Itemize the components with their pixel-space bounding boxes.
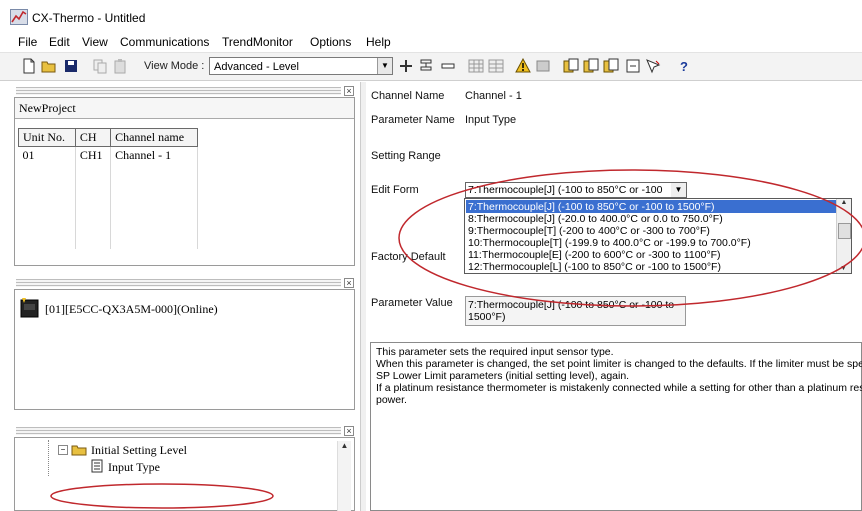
menu-help-label: Help: [366, 35, 391, 49]
pointer-help-icon[interactable]: [645, 58, 661, 74]
dropdown-scrollbar[interactable]: ▲ ▼: [836, 199, 851, 273]
dropdown-option[interactable]: 9:Thermocouple[T] (-200 to 400°C or -300…: [468, 225, 710, 237]
description-line: power.: [376, 394, 407, 406]
cell-unit: 01: [18, 146, 76, 164]
menu-edit[interactable]: Edit: [49, 35, 70, 49]
column-unit-no: Unit No.: [18, 128, 76, 147]
dropdown-option[interactable]: 7:Thermocouple[J] (-100 to 850°C or -100…: [468, 201, 715, 213]
add-icon[interactable]: [398, 58, 414, 74]
table-icon[interactable]: [488, 58, 504, 74]
channel-name-value: Channel - 1: [465, 90, 522, 102]
upload-icon[interactable]: [583, 58, 599, 74]
menu-view[interactable]: View: [82, 35, 108, 49]
controller-icon: [20, 297, 40, 319]
cell-name: Channel - 1: [110, 146, 198, 164]
splitter[interactable]: [360, 82, 366, 511]
menu-options[interactable]: Options: [310, 35, 351, 49]
dropdown-option[interactable]: 11:Thermocouple[E] (-200 to 600°C or -30…: [468, 249, 721, 261]
paste-icon[interactable]: [112, 58, 128, 74]
menu-trendmonitor-label: TrendMonitor: [222, 35, 293, 49]
description-line: When this parameter is changed, the set …: [376, 358, 862, 370]
edit-form-label: Edit Form: [371, 184, 419, 196]
chevron-up-icon[interactable]: ▲: [837, 199, 851, 206]
chevron-down-icon[interactable]: ▼: [837, 265, 850, 272]
project-root[interactable]: NewProject: [19, 101, 76, 116]
parameter-name-label: Parameter Name: [371, 114, 455, 126]
minus-icon[interactable]: [440, 58, 456, 74]
tree-icon[interactable]: [418, 58, 434, 74]
menu-trendmonitor[interactable]: TrendMonitor: [222, 35, 293, 49]
menu-options-label: Options: [310, 35, 352, 49]
tree-scrollbar[interactable]: ▲: [337, 441, 351, 511]
menu-communications[interactable]: Communications: [120, 35, 209, 49]
description-line: If a platinum resistance thermometer is …: [376, 382, 862, 394]
download-icon[interactable]: [603, 58, 619, 74]
pane-grip[interactable]: [16, 279, 341, 287]
parameter-value-line: 1500°F): [468, 311, 506, 323]
menu-communications-label: Communications: [120, 35, 210, 49]
svg-text:?: ?: [680, 59, 688, 74]
menu-file[interactable]: File: [18, 35, 37, 49]
dropdown-option[interactable]: 12:Thermocouple[L] (-100 to 850°C or -10…: [468, 261, 721, 273]
new-file-icon[interactable]: [21, 58, 37, 74]
app-icon: [10, 9, 28, 25]
pane-grip[interactable]: [16, 87, 341, 95]
cell-ch: CH1: [75, 146, 112, 164]
description-line: This parameter sets the required input s…: [376, 346, 614, 358]
parameter-value-line: 7:Thermocouple[J] (-100 to 850°C or -100…: [468, 299, 675, 311]
close-icon[interactable]: ×: [344, 86, 354, 96]
table-row[interactable]: 01 CH1 Channel - 1: [18, 146, 198, 164]
parameter-value-text: 7:Thermocouple[J] (-100 to 850°C or -100…: [468, 299, 678, 323]
grid-icon[interactable]: [468, 58, 484, 74]
chevron-down-icon[interactable]: ▼: [377, 58, 392, 74]
menu-edit-label: Edit: [49, 35, 70, 49]
chevron-up-icon[interactable]: ▲: [338, 441, 351, 450]
document-icon: [91, 459, 103, 473]
tree-folder-initial-setting[interactable]: Initial Setting Level: [91, 443, 187, 458]
edit-form-value: 7:Thermocouple[J] (-100 to 850°C or -100…: [468, 184, 664, 196]
column-channel-name: Channel name: [110, 128, 198, 147]
warning-icon[interactable]: [515, 57, 531, 74]
description-line: SP Lower Limit parameters (initial setti…: [376, 370, 630, 382]
menu-help[interactable]: Help: [366, 35, 391, 49]
close-icon[interactable]: ×: [344, 278, 354, 288]
factory-default-label: Factory Default: [371, 251, 446, 263]
open-folder-icon[interactable]: [41, 58, 57, 74]
pane-grip[interactable]: [16, 427, 341, 435]
save-icon[interactable]: [63, 58, 79, 74]
folder-icon: [71, 444, 87, 456]
compare-icon[interactable]: [625, 58, 641, 74]
parameter-value-label: Parameter Value: [371, 297, 453, 309]
tree-item-input-type[interactable]: Input Type: [108, 460, 160, 475]
close-icon[interactable]: ×: [344, 426, 354, 436]
menu-file-label: File: [18, 35, 38, 49]
dropdown-option[interactable]: 8:Thermocouple[J] (-20.0 to 400.0°C or 0…: [468, 213, 723, 225]
monitor-icon[interactable]: [535, 58, 551, 74]
tree-line: [48, 440, 50, 476]
edit-form-dropdown-list: 7:Thermocouple[J] (-100 to 850°C or -100…: [464, 198, 852, 274]
view-mode-label: View Mode :: [144, 60, 205, 72]
collapse-icon[interactable]: −: [58, 445, 68, 455]
window-title: CX-Thermo - Untitled: [32, 11, 146, 25]
parameter-name-value: Input Type: [465, 114, 517, 126]
help-icon[interactable]: ?: [676, 58, 692, 74]
channel-table: Unit No. CH Channel name 01 CH1 Channel …: [18, 128, 198, 249]
scroll-thumb[interactable]: [838, 223, 851, 239]
device-node[interactable]: [01][E5CC-QX3A5M-000](Online): [45, 302, 218, 317]
menu-view-label: View: [82, 35, 108, 49]
channel-name-label: Channel Name: [371, 90, 445, 102]
chevron-down-icon[interactable]: ▼: [671, 183, 686, 197]
transfer-icon[interactable]: [563, 58, 579, 74]
dropdown-option[interactable]: 10:Thermocouple[T] (-199.9 to 400.0°C or…: [468, 237, 751, 249]
view-mode-value: Advanced - Level: [214, 61, 299, 73]
setting-range-label: Setting Range: [371, 150, 441, 162]
column-ch: CH: [74, 128, 112, 147]
copy-icon[interactable]: [92, 58, 108, 74]
